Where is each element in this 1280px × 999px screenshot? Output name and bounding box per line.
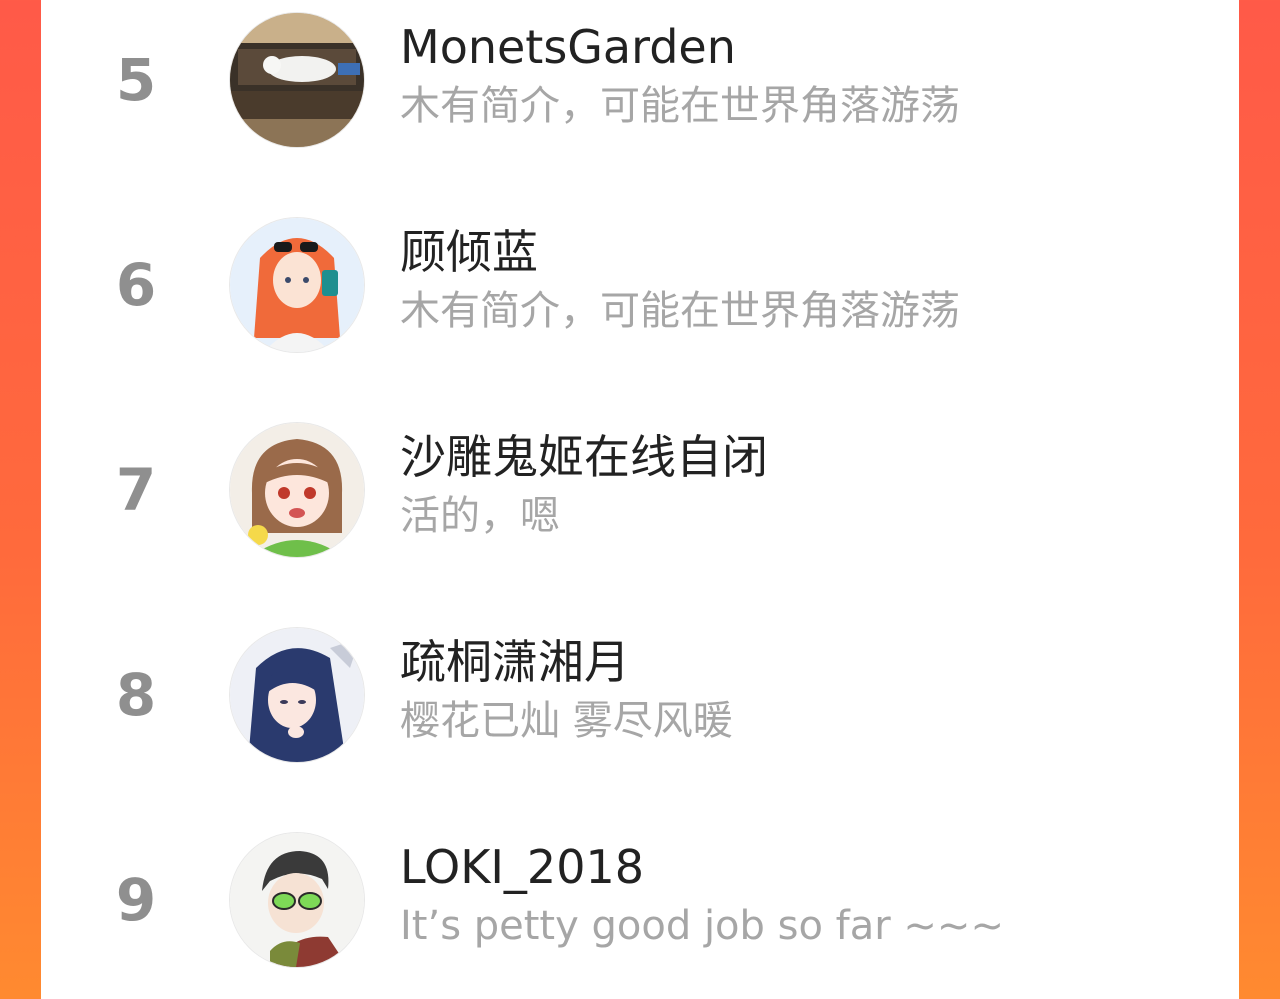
- user-name[interactable]: MonetsGarden: [400, 18, 736, 76]
- list-item[interactable]: 9 LOKI_2018 It’s petty good job so far ~…: [41, 820, 1239, 999]
- list-item[interactable]: 8 疏桐潇湘月 樱花已灿 雾尽风暖: [41, 615, 1239, 820]
- avatar-image: [230, 218, 364, 352]
- user-bio: 木有简介，可能在世界角落游荡: [400, 83, 960, 129]
- man-with-green-glasses-avatar[interactable]: [230, 833, 364, 967]
- rank-number: 8: [115, 661, 157, 729]
- avatar-image: [230, 423, 364, 557]
- blue-hair-girl-avatar[interactable]: [230, 628, 364, 762]
- list-item[interactable]: 5 MonetsGarden 木有简介，可能在世界角落游荡: [41, 0, 1239, 205]
- list-item[interactable]: 7 沙雕鬼姬在线自闭 活的，嗯: [41, 410, 1239, 615]
- user-name[interactable]: LOKI_2018: [400, 838, 644, 896]
- user-bio: It’s petty good job so far ~~~: [400, 903, 1004, 949]
- list-item[interactable]: 6 顾倾蓝 木有简介，可能在世界角落游荡: [41, 205, 1239, 410]
- anime-girl-avatar[interactable]: [230, 423, 364, 557]
- user-bio: 樱花已灿 雾尽风暖: [400, 698, 733, 744]
- girl-with-sunglasses-avatar[interactable]: [230, 218, 364, 352]
- ranking-list: 5 MonetsGarden 木有简介，可能在世界角落游荡 6 顾倾蓝 木有简介…: [41, 0, 1239, 999]
- rank-number: 7: [115, 456, 157, 524]
- user-name[interactable]: 疏桐潇湘月: [400, 633, 630, 691]
- rank-number: 9: [115, 866, 157, 934]
- cat-on-shelf-avatar[interactable]: [230, 13, 364, 147]
- user-bio: 木有简介，可能在世界角落游荡: [400, 288, 960, 334]
- avatar-image: [230, 13, 364, 147]
- user-bio: 活的，嗯: [400, 493, 560, 539]
- rank-number: 6: [115, 251, 157, 319]
- avatar-image: [230, 628, 364, 762]
- user-name[interactable]: 沙雕鬼姬在线自闭: [400, 428, 768, 486]
- avatar-image: [230, 833, 364, 967]
- user-name[interactable]: 顾倾蓝: [400, 223, 538, 281]
- rank-number: 5: [115, 46, 157, 114]
